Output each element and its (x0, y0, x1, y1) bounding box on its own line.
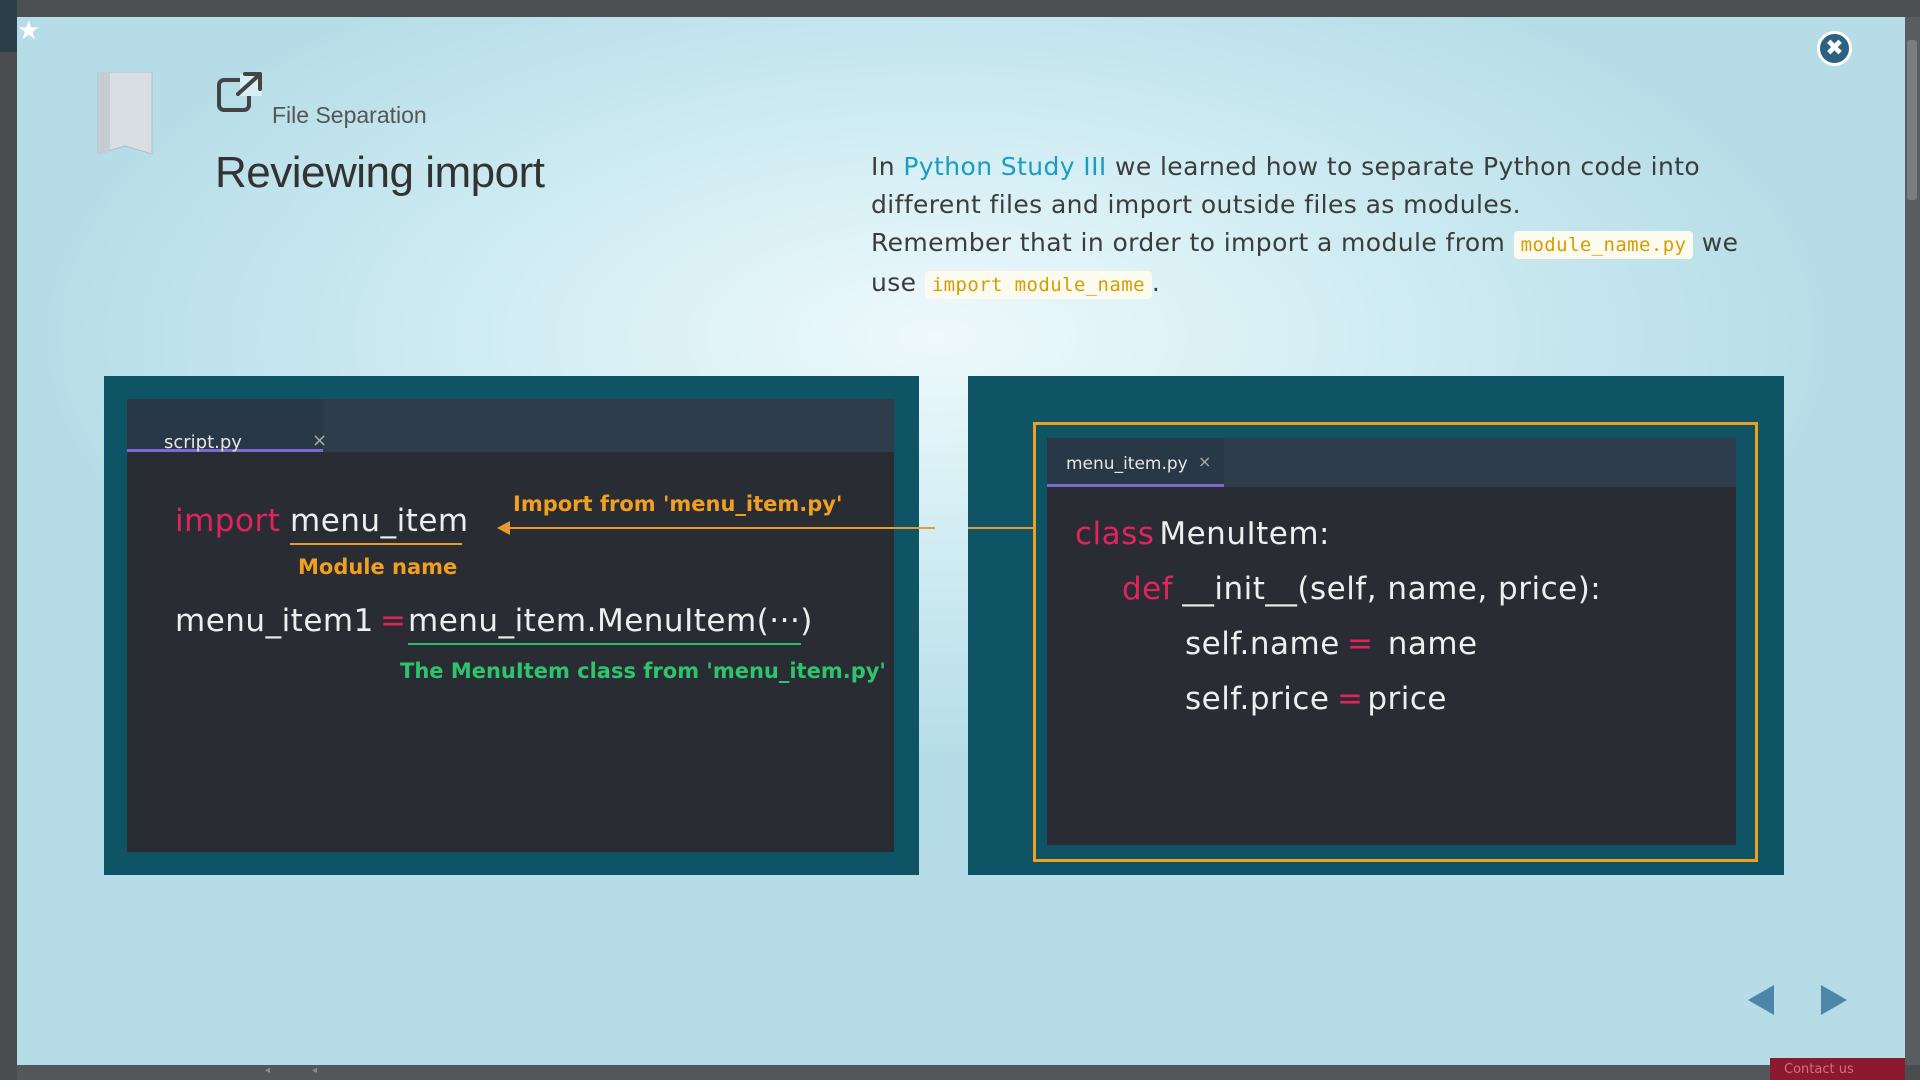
page-title: Reviewing import (215, 148, 545, 197)
code-class-keyword: class (1075, 516, 1155, 552)
background-app-icon (0, 0, 17, 52)
next-slide-icon[interactable] (1821, 985, 1847, 1015)
code-price-value: price (1357, 681, 1448, 717)
close-icon[interactable]: ✖ (1817, 31, 1852, 66)
annotation-class-from: The MenuItem class from 'menu_item.py' (400, 659, 886, 683)
bookmark-icon[interactable] (96, 72, 154, 154)
code-def-keyword: def (1122, 571, 1174, 607)
intro-paragraph: In Python Study III we learned how to se… (871, 148, 1741, 304)
code-init-signature: __init__(self, name, price): (1172, 571, 1602, 607)
scroll-right-icon[interactable]: ◂ (312, 1065, 317, 1076)
module-underline (290, 543, 462, 545)
code-class-call: menu_item.MenuItem(···) (408, 603, 813, 639)
import-arrow-head-icon (497, 521, 510, 535)
code-name-value: name (1367, 626, 1478, 662)
python-study-link[interactable]: Python Study III (903, 152, 1106, 181)
code-equals: = (380, 603, 407, 639)
scrollbar-thumb[interactable] (1907, 40, 1917, 200)
section-label: File Separation (272, 102, 427, 128)
background-topbar (0, 0, 1920, 17)
intro-line2-end: . (1151, 268, 1161, 297)
code-import-keyword: import (175, 503, 281, 539)
connector-line (968, 527, 1033, 529)
code-self-name: self.name (1185, 626, 1340, 662)
intro-line2-prefix: Remember that in order to import a modul… (871, 228, 1514, 257)
scroll-left-icon[interactable]: ◂ (265, 1065, 270, 1076)
annotation-import-from: Import from 'menu_item.py' (513, 492, 843, 516)
import-arrow-line (510, 527, 935, 529)
tab-menu-item-close-icon[interactable]: × (1198, 452, 1211, 471)
contact-us-label: Contact us (1784, 1062, 1854, 1077)
code-variable: menu_item1 (175, 603, 374, 639)
star-icon: ★ (17, 16, 41, 46)
tab-menu-item-label: menu_item.py (1066, 454, 1188, 474)
background-left-edge (0, 0, 17, 1080)
horizontal-scrollbar[interactable] (17, 1065, 1905, 1080)
contact-us-button[interactable]: Contact us (1770, 1058, 1905, 1080)
code-module-name: menu_item (290, 503, 469, 539)
previous-slide-icon[interactable] (1748, 985, 1774, 1015)
intro-prefix: In (871, 152, 904, 181)
external-link-icon (217, 72, 262, 112)
inline-code-import: import module_name (924, 271, 1152, 299)
annotation-module-name: Module name (298, 555, 458, 579)
tab-script-close-icon[interactable]: × (312, 430, 327, 451)
tab-script-label: script.py (164, 432, 242, 453)
code-self-price: self.price (1185, 681, 1330, 717)
class-underline (408, 643, 801, 645)
code-class-name: MenuItem: (1149, 516, 1330, 552)
inline-code-module-file: module_name.py (1513, 231, 1694, 259)
